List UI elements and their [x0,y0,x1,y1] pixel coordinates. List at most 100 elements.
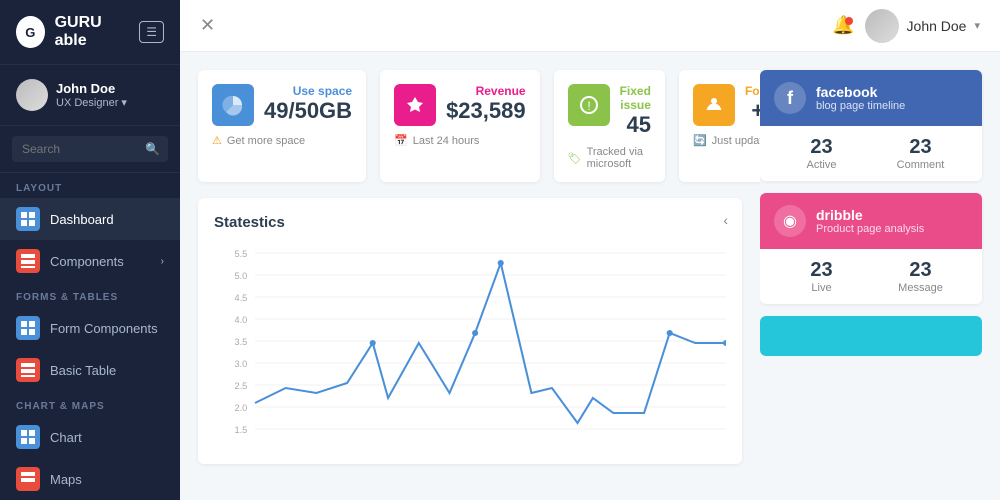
facebook-active: 23 Active [774,136,869,171]
refresh-icon: 🔄 [693,134,707,147]
notification-button[interactable]: 🔔 [832,15,854,36]
content-left: Use space 49/50GB ⚠ Get more space [180,52,760,500]
dribble-sub: Product page analysis [816,223,924,235]
sidebar-header: G GURU able ☰ [0,0,180,65]
chart-panel: Statestics ‹ 5.5 5.0 4.5 4.0 3.5 3.0 2.5… [198,198,742,464]
topbar-user-button[interactable]: John Doe ▾ [865,9,980,43]
statistics-chart: 5.5 5.0 4.5 4.0 3.5 3.0 2.5 2.0 1.5 [214,243,726,443]
topbar-username: John Doe [907,18,967,34]
basic-table-label: Basic Table [50,363,116,378]
fixed-issue-footer: 🏷 Tracked via microsoft [568,146,651,170]
sidebar-item-form-components[interactable]: Form Components [0,307,180,349]
use-space-icon [212,84,254,126]
dribble-message: 23 Message [873,259,968,294]
topbar: ✕ 🔔 John Doe ▾ [180,0,1000,52]
facebook-card: f facebook blog page timeline 23 Active … [760,70,982,181]
dribble-card: ◉ dribble Product page analysis 23 Live … [760,193,982,304]
logo-letter: G [25,25,35,40]
chart-label: Chart [50,430,82,445]
dribble-name: dribble [816,207,924,223]
sidebar-item-maps[interactable]: Maps [0,458,180,500]
nav-label-layout: Layout [0,173,180,198]
nav-section-forms: Forms & Tables Form Components Basic Tab… [0,282,180,391]
dashboard-label: Dashboard [50,212,114,227]
nav-section-layout: Layout Dashboard Components › [0,173,180,282]
brand-name: GURU able [55,14,130,50]
facebook-stats: 23 Active 23 Comment [760,126,982,181]
followers-footer: 🔄 Just update [693,134,760,147]
search-input[interactable] [12,136,168,162]
svg-text:5.0: 5.0 [234,271,247,281]
user-role: UX Designer ▾ [56,96,164,109]
nav-label-charts: Chart & Maps [0,391,180,416]
svg-text:3.0: 3.0 [234,359,247,369]
sidebar-item-chart[interactable]: Chart [0,416,180,458]
dribble-stats: 23 Live 23 Message [760,249,982,304]
fixed-issue-label: Fixed issue [620,84,651,112]
facebook-comment: 23 Comment [873,136,968,171]
facebook-icon: f [774,82,806,114]
calendar-icon: 📅 [394,134,408,147]
revenue-value: $23,589 [446,98,526,124]
svg-text:4.0: 4.0 [234,315,247,325]
facebook-info: facebook blog page timeline [816,84,905,112]
stat-card-followers: Followers +562 🔄 Just update [679,70,760,182]
chart-collapse-button[interactable]: ‹ [723,212,728,228]
revenue-icon [394,84,436,126]
user-role-chevron: ▾ [121,96,127,109]
tag-icon: 🏷 [568,152,582,165]
fixed-issue-value: 45 [620,112,651,138]
svg-text:3.5: 3.5 [234,337,247,347]
fixed-issue-icon: ! [568,84,610,126]
sidebar-item-components[interactable]: Components › [0,240,180,282]
nav-label-forms: Forms & Tables [0,282,180,307]
topbar-avatar [865,9,899,43]
search-container: 🔍 [0,126,180,173]
dribble-icon: ◉ [774,205,806,237]
dribble-info: dribble Product page analysis [816,207,924,235]
close-button[interactable]: ✕ [200,15,215,36]
content-right: f facebook blog page timeline 23 Active … [760,52,1000,500]
nav-section-charts: Chart & Maps Chart Maps Pages › [0,391,180,500]
logo-circle: G [16,16,45,48]
teal-accent-card [760,316,982,356]
use-space-value: 49/50GB [264,98,352,124]
dribble-header: ◉ dribble Product page analysis [760,193,982,249]
svg-text:5.5: 5.5 [234,249,247,259]
stat-card-use-space: Use space 49/50GB ⚠ Get more space [198,70,366,182]
user-name: John Doe [56,81,164,96]
chart-title: Statestics [214,214,726,231]
sidebar-item-dashboard[interactable]: Dashboard [0,198,180,240]
svg-text:2.5: 2.5 [234,381,247,391]
sidebar-item-basic-table[interactable]: Basic Table [0,349,180,391]
svg-text:!: ! [587,99,590,113]
topbar-chevron: ▾ [974,19,980,32]
revenue-label: Revenue [446,84,526,98]
hamburger-button[interactable]: ☰ [139,21,164,43]
notification-dot [845,17,853,25]
svg-text:1.5: 1.5 [234,425,247,435]
svg-text:2.0: 2.0 [234,403,247,413]
use-space-footer: ⚠ Get more space [212,134,352,147]
form-components-icon [16,316,40,340]
revenue-footer: 📅 Last 24 hours [394,134,526,147]
components-label: Components [50,254,124,269]
facebook-name: facebook [816,84,905,100]
basic-table-icon [16,358,40,382]
stat-card-revenue: Revenue $23,589 📅 Last 24 hours [380,70,540,182]
warning-icon: ⚠ [212,134,222,147]
followers-icon [693,84,735,126]
maps-icon [16,467,40,491]
facebook-header: f facebook blog page timeline [760,70,982,126]
form-components-label: Form Components [50,321,158,336]
followers-label: Followers [745,84,760,98]
user-info: John Doe UX Designer ▾ [56,81,164,109]
chart-svg-wrapper: 5.5 5.0 4.5 4.0 3.5 3.0 2.5 2.0 1.5 [214,243,726,448]
components-icon [16,249,40,273]
use-space-label: Use space [264,84,352,98]
sidebar: G GURU able ☰ John Doe UX Designer ▾ 🔍 L… [0,0,180,500]
maps-label: Maps [50,472,82,487]
main-content: ✕ 🔔 John Doe ▾ [180,0,1000,500]
svg-text:4.5: 4.5 [234,293,247,303]
dribble-live: 23 Live [774,259,869,294]
